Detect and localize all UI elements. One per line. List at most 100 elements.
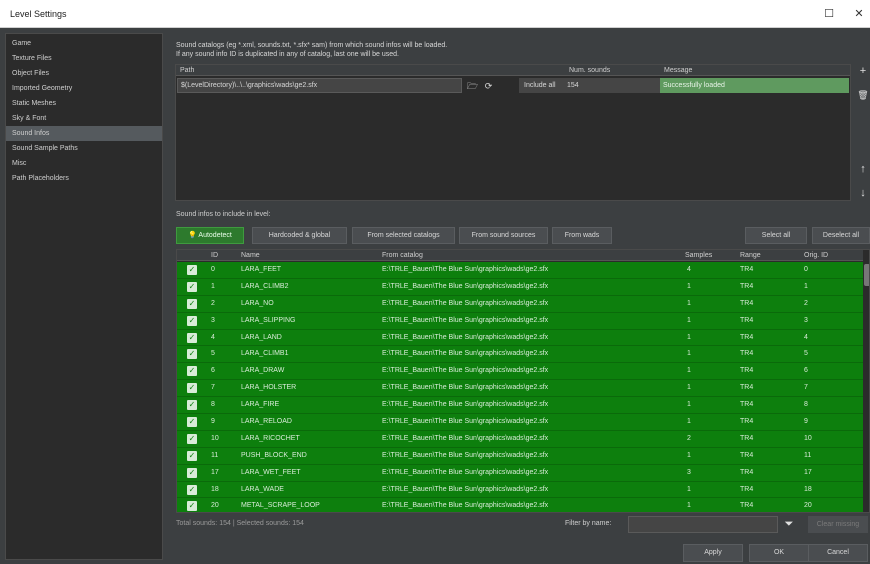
column-header-from-catalog[interactable]: From catalog bbox=[382, 252, 423, 259]
sidebar-item-sound-infos[interactable]: Sound Infos bbox=[6, 126, 162, 141]
close-button[interactable]: ✕ bbox=[848, 4, 870, 24]
checkbox-checked-icon[interactable]: ✓ bbox=[187, 315, 197, 326]
sidebar-item-sky-font[interactable]: Sky & Font bbox=[6, 111, 162, 126]
maximize-button[interactable]: ☐ bbox=[818, 4, 840, 24]
sidebar-item-game[interactable]: Game bbox=[6, 36, 162, 51]
sidebar-item-path-placeholders[interactable]: Path Placeholders bbox=[6, 171, 162, 186]
row-samples: 1 bbox=[687, 502, 691, 510]
column-header-id[interactable]: ID bbox=[211, 252, 218, 259]
include-all-label[interactable]: Include all bbox=[519, 78, 564, 93]
filter-icon[interactable]: ⏷ bbox=[782, 516, 796, 532]
ok-button[interactable]: OK bbox=[749, 544, 809, 562]
row-name: LARA_FIRE bbox=[241, 401, 280, 409]
checkbox-checked-icon[interactable]: ✓ bbox=[187, 298, 197, 309]
checkbox-checked-icon[interactable]: ✓ bbox=[187, 349, 197, 360]
row-orig-id: 18 bbox=[804, 485, 812, 493]
row-catalog: E:\TRLE_Bauen\The Blue Sun\graphics\wads… bbox=[382, 299, 549, 307]
column-header-message[interactable]: Message bbox=[664, 67, 692, 74]
checkbox-checked-icon[interactable]: ✓ bbox=[187, 467, 197, 478]
row-range: TR4 bbox=[740, 468, 754, 476]
hardcoded-global-button[interactable]: Hardcoded & global bbox=[252, 227, 347, 244]
checkbox-checked-icon[interactable]: ✓ bbox=[187, 484, 197, 495]
table-row[interactable]: ✓ 3 LARA_SLIPPING E:\TRLE_Bauen\The Blue Su… bbox=[177, 312, 863, 330]
row-catalog: E:\TRLE_Bauen\The Blue Sun\graphics\wads… bbox=[382, 350, 549, 358]
folder-icon[interactable]: 🗁 bbox=[466, 80, 479, 93]
column-header-num-sounds[interactable]: Num. sounds bbox=[569, 67, 610, 74]
checkbox-checked-icon[interactable]: ✓ bbox=[187, 400, 197, 411]
delete-catalog-button[interactable]: 🗑 bbox=[856, 86, 870, 104]
row-range: TR4 bbox=[740, 451, 754, 459]
filter-name-input[interactable] bbox=[628, 516, 778, 533]
table-row[interactable]: ✓ 5 LARA_CLIMB1 E:\TRLE_Bauen\The Blue Sun\… bbox=[177, 346, 863, 364]
row-catalog: E:\TRLE_Bauen\The Blue Sun\graphics\wads… bbox=[382, 384, 549, 392]
row-id: 3 bbox=[211, 316, 215, 324]
row-samples: 1 bbox=[687, 367, 691, 375]
row-catalog: E:\TRLE_Bauen\The Blue Sun\graphics\wads… bbox=[382, 282, 549, 290]
row-name: METAL_SCRAPE_LOOP bbox=[241, 502, 320, 510]
column-header-samples[interactable]: Samples bbox=[685, 252, 712, 259]
table-row[interactable]: ✓ 8 LARA_FIRE E:\TRLE_Bauen\The Blue Sun\gr… bbox=[177, 397, 863, 415]
checkbox-checked-icon[interactable]: ✓ bbox=[187, 501, 197, 512]
checkbox-checked-icon[interactable]: ✓ bbox=[187, 281, 197, 292]
move-up-button[interactable]: ↑ bbox=[856, 160, 870, 178]
column-header-range[interactable]: Range bbox=[740, 252, 761, 259]
vertical-scrollbar[interactable] bbox=[863, 250, 869, 512]
table-row[interactable]: ✓ 0 LARA_FEET E:\TRLE_Bauen\The Blue Sun\gr… bbox=[177, 262, 863, 279]
column-header-name[interactable]: Name bbox=[241, 252, 260, 259]
checkbox-checked-icon[interactable]: ✓ bbox=[187, 433, 197, 444]
select-all-button[interactable]: Select all bbox=[745, 227, 807, 244]
row-samples: 1 bbox=[687, 299, 691, 307]
row-range: TR4 bbox=[740, 401, 754, 409]
row-id: 8 bbox=[211, 401, 215, 409]
from-wads-button[interactable]: From wads bbox=[552, 227, 612, 244]
from-sound-sources-button[interactable]: From sound sources bbox=[459, 227, 548, 244]
apply-button[interactable]: Apply bbox=[683, 544, 743, 562]
table-row[interactable]: ✓ 10 LARA_RICOCHET E:\TRLE_Bauen\The Blue S… bbox=[177, 430, 863, 448]
from-selected-catalogs-button[interactable]: From selected catalogs bbox=[352, 227, 455, 244]
table-row[interactable]: ✓ 9 LARA_RELOAD E:\TRLE_Bauen\The Blue Sun\… bbox=[177, 414, 863, 431]
row-id: 20 bbox=[211, 502, 219, 510]
sidebar-item-imported-geometry[interactable]: Imported Geometry bbox=[6, 81, 162, 96]
checkbox-checked-icon[interactable]: ✓ bbox=[187, 417, 197, 428]
sidebar-item-static-meshes[interactable]: Static Meshes bbox=[6, 96, 162, 111]
deselect-all-button[interactable]: Deselect all bbox=[812, 227, 870, 244]
table-row[interactable]: ✓ 6 LARA_DRAW E:\TRLE_Bauen\The Blue Sun\gr… bbox=[177, 363, 863, 381]
row-samples: 1 bbox=[687, 316, 691, 324]
column-header-orig-id[interactable]: Orig. ID bbox=[804, 252, 828, 259]
checkbox-checked-icon[interactable]: ✓ bbox=[187, 383, 197, 394]
reload-icon[interactable]: ⟳ bbox=[482, 80, 495, 93]
checkbox-checked-icon[interactable]: ✓ bbox=[187, 332, 197, 343]
catalog-list: Path Num. sounds Message $(LevelDirector… bbox=[175, 64, 851, 201]
table-row[interactable]: ✓ 18 LARA_WADE E:\TRLE_Bauen\The Blue Sun\g… bbox=[177, 481, 863, 499]
checkbox-checked-icon[interactable]: ✓ bbox=[187, 366, 197, 377]
autodetect-button[interactable]: 💡 Autodetect bbox=[176, 227, 244, 244]
table-row[interactable]: ✓ 4 LARA_LAND E:\TRLE_Bauen\The Blue Sun\gr… bbox=[177, 329, 863, 347]
table-row[interactable]: ✓ 1 LARA_CLIMB2 E:\TRLE_Bauen\The Blue Sun\… bbox=[177, 278, 863, 296]
move-down-button[interactable]: ↓ bbox=[856, 184, 870, 202]
clear-missing-button[interactable]: Clear missing bbox=[808, 516, 868, 533]
row-catalog: E:\TRLE_Bauen\The Blue Sun\graphics\wads… bbox=[382, 468, 549, 476]
sidebar-item-texture-files[interactable]: Texture Files bbox=[6, 51, 162, 66]
cancel-button[interactable]: Cancel bbox=[808, 544, 868, 562]
title-bar: Level Settings ☐ ✕ bbox=[0, 0, 870, 28]
table-row[interactable]: ✓ 2 LARA_NO E:\TRLE_Bauen\The Blue Sun\grap… bbox=[177, 295, 863, 313]
row-name: LARA_SLIPPING bbox=[241, 316, 296, 324]
row-range: TR4 bbox=[740, 367, 754, 375]
table-row[interactable]: ✓ 7 LARA_HOLSTER E:\TRLE_Bauen\The Blue Sun… bbox=[177, 380, 863, 398]
scrollbar-thumb[interactable] bbox=[864, 264, 869, 286]
table-row[interactable]: ✓ 11 PUSH_BLOCK_END E:\TRLE_Bauen\The Blue … bbox=[177, 447, 863, 465]
checkbox-checked-icon[interactable]: ✓ bbox=[187, 265, 197, 275]
sidebar-item-misc[interactable]: Misc bbox=[6, 156, 162, 171]
row-catalog: E:\TRLE_Bauen\The Blue Sun\graphics\wads… bbox=[382, 401, 549, 409]
add-catalog-button[interactable]: + bbox=[856, 62, 870, 80]
column-header-path[interactable]: Path bbox=[180, 67, 194, 74]
table-row[interactable]: ✓ 17 LARA_WET_FEET E:\TRLE_Bauen\The Blue S… bbox=[177, 464, 863, 482]
sidebar-item-object-files[interactable]: Object Files bbox=[6, 66, 162, 81]
catalog-list-header: Path Num. sounds Message bbox=[176, 65, 850, 76]
table-row[interactable]: ✓ 20 METAL_SCRAPE_LOOP E:\TRLE_Bauen\The Bl… bbox=[177, 498, 863, 512]
catalog-path-field[interactable]: $(LevelDirectory)\..\..\graphics\wads\ge… bbox=[177, 78, 462, 93]
sidebar-item-sound-sample-paths[interactable]: Sound Sample Paths bbox=[6, 141, 162, 156]
catalog-row[interactable]: $(LevelDirectory)\..\..\graphics\wads\ge… bbox=[176, 78, 850, 94]
row-samples: 1 bbox=[687, 333, 691, 341]
checkbox-checked-icon[interactable]: ✓ bbox=[187, 450, 197, 461]
